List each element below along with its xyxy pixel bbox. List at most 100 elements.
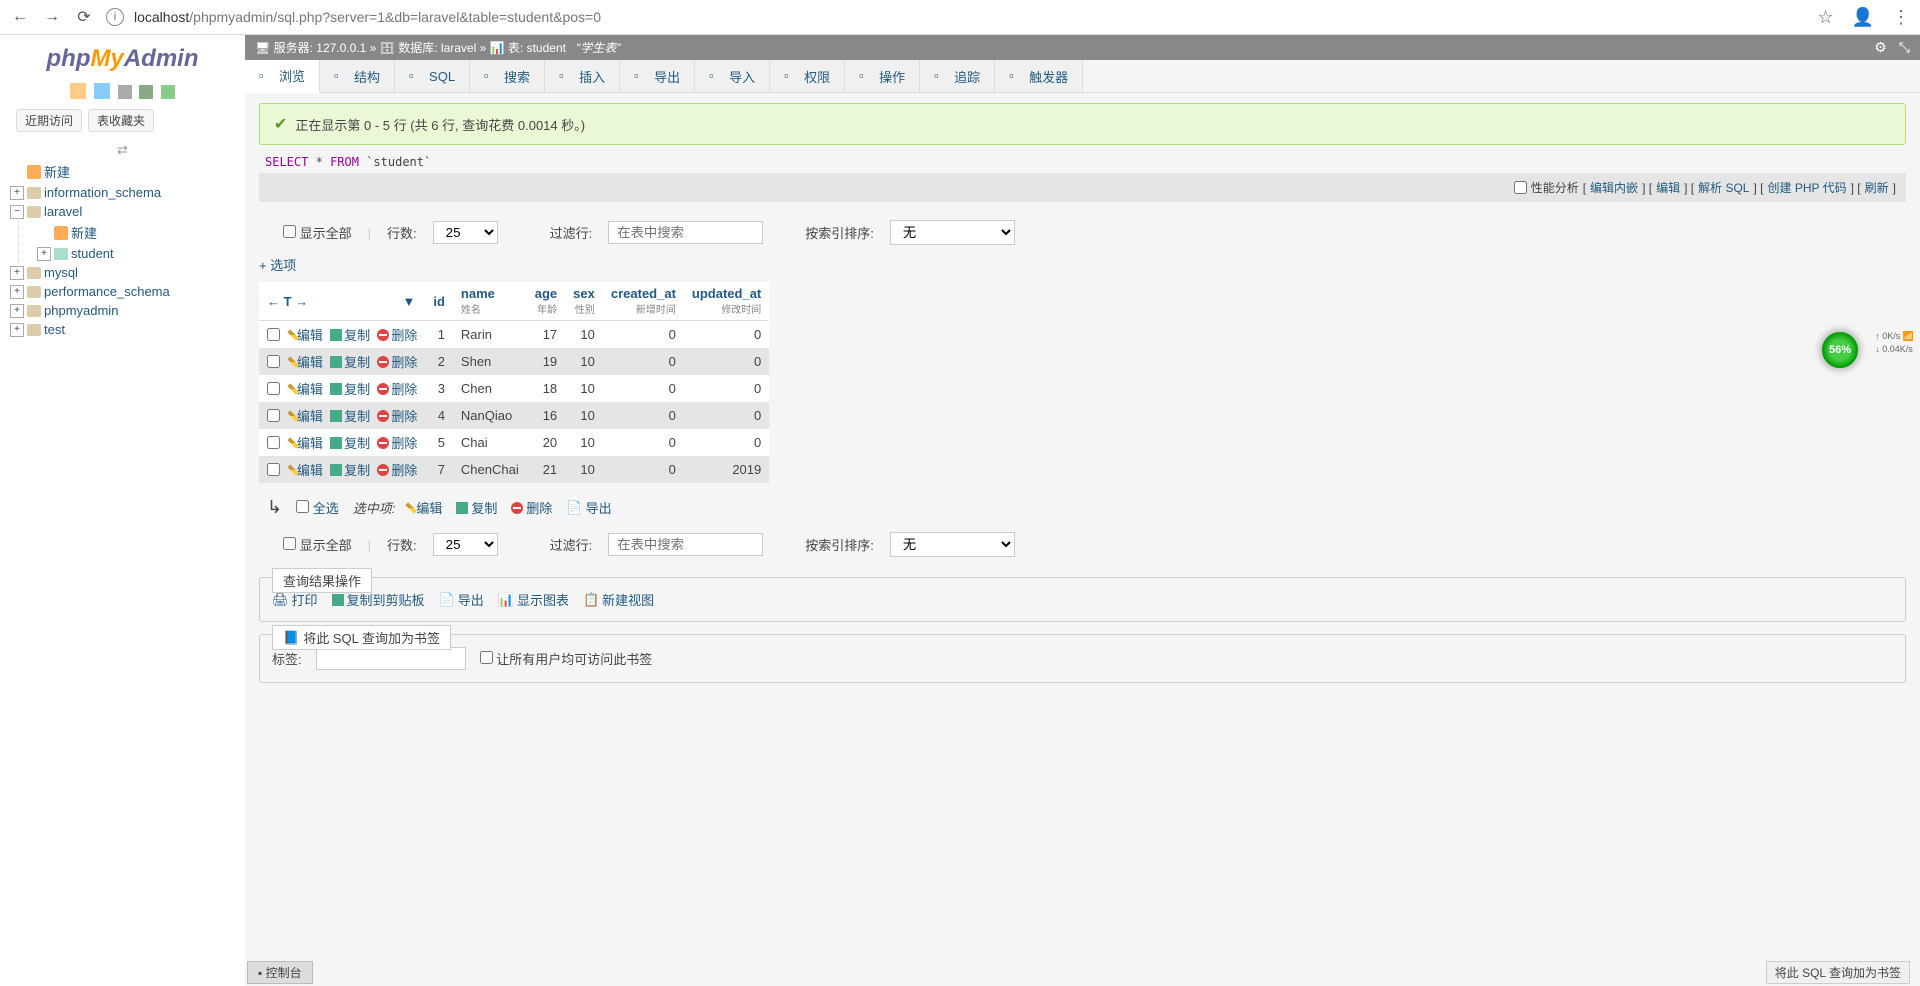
filter-input-2[interactable]: [608, 533, 763, 556]
logout-icon[interactable]: [94, 83, 110, 99]
edit-link[interactable]: 编辑: [1656, 179, 1680, 196]
col-id[interactable]: id: [425, 282, 453, 321]
bc-db[interactable]: laravel: [441, 41, 476, 55]
profiling-checkbox[interactable]: [1514, 181, 1527, 194]
docs-icon[interactable]: [118, 85, 132, 99]
tab-结构[interactable]: ▫结构: [320, 60, 395, 92]
bulk-export[interactable]: 📄导出: [566, 498, 611, 517]
expand-icon[interactable]: +: [10, 266, 24, 280]
select-all-check[interactable]: [296, 500, 309, 513]
row-check[interactable]: [267, 382, 280, 395]
explain-link[interactable]: 解析 SQL: [1698, 179, 1749, 196]
row-copy[interactable]: 复制: [330, 433, 370, 452]
expand-icon[interactable]: +: [10, 304, 24, 318]
tab-插入[interactable]: ▫插入: [545, 60, 620, 92]
col-age[interactable]: age年龄: [527, 282, 565, 321]
show-all-check[interactable]: [283, 225, 296, 238]
tab-导出[interactable]: ▫导出: [620, 60, 695, 92]
row-delete[interactable]: 删除: [377, 406, 417, 425]
row-edit[interactable]: 编辑: [291, 433, 323, 452]
op-chart[interactable]: 📊 显示图表: [498, 590, 569, 609]
row-copy[interactable]: 复制: [330, 325, 370, 344]
row-copy[interactable]: 复制: [330, 379, 370, 398]
phpmyadmin-logo[interactable]: phpMyAdmin: [0, 40, 245, 78]
tab-浏览[interactable]: ▫浏览: [245, 60, 320, 93]
bulk-delete[interactable]: 删除: [511, 498, 552, 517]
row-delete[interactable]: 删除: [377, 325, 417, 344]
filter-input[interactable]: [608, 221, 763, 244]
row-copy[interactable]: 复制: [330, 460, 370, 479]
row-delete[interactable]: 删除: [377, 352, 417, 371]
tab-搜索[interactable]: ▫搜索: [470, 60, 545, 92]
tab-导入[interactable]: ▫导入: [695, 60, 770, 92]
op-create-view[interactable]: 📋 新建视图: [583, 590, 654, 609]
star-icon[interactable]: ☆: [1817, 7, 1833, 28]
row-edit[interactable]: 编辑: [291, 379, 323, 398]
row-edit[interactable]: 编辑: [291, 325, 323, 344]
row-edit[interactable]: 编辑: [291, 460, 323, 479]
tree-db-mysql[interactable]: + mysql: [10, 263, 245, 282]
expand-icon[interactable]: +: [10, 323, 24, 337]
tab-追踪[interactable]: ▫追踪: [920, 60, 995, 92]
create-php-link[interactable]: 创建 PHP 代码: [1767, 179, 1846, 196]
row-copy[interactable]: 复制: [330, 352, 370, 371]
url-bar[interactable]: i localhost/phpmyadmin/sql.php?server=1&…: [106, 8, 1805, 26]
row-check[interactable]: [267, 328, 280, 341]
bulk-copy[interactable]: 复制: [456, 498, 497, 517]
reload-nav-icon[interactable]: [161, 85, 175, 99]
tab-操作[interactable]: ▫操作: [845, 60, 920, 92]
back-button[interactable]: ←: [10, 7, 30, 27]
menu-icon[interactable]: ⋮: [1892, 7, 1910, 28]
row-check[interactable]: [267, 436, 280, 449]
bookmark-share-check[interactable]: [480, 651, 493, 664]
expand-icon[interactable]: +: [10, 186, 24, 200]
tree-item-student[interactable]: + student: [37, 244, 245, 263]
row-delete[interactable]: 删除: [377, 379, 417, 398]
expand-icon[interactable]: +: [10, 285, 24, 299]
refresh-link[interactable]: 刷新: [1865, 179, 1889, 196]
bulk-edit[interactable]: 编辑: [409, 498, 442, 517]
console-button[interactable]: ▪ 控制台: [247, 961, 313, 984]
tab-触发器[interactable]: ▫触发器: [995, 60, 1083, 92]
tree-item-新建[interactable]: 新建: [37, 221, 245, 244]
swap-icon[interactable]: ⇄: [0, 140, 245, 160]
col-sex[interactable]: sex性别: [565, 282, 603, 321]
col-created_at[interactable]: created_at新增时间: [603, 282, 684, 321]
bookmark-tag-input[interactable]: [316, 647, 466, 670]
col-sort[interactable]: ← T →▼: [259, 282, 425, 321]
tree-new[interactable]: 新建: [10, 160, 245, 183]
row-delete[interactable]: 删除: [377, 433, 417, 452]
forward-button[interactable]: →: [42, 7, 62, 27]
favorites-tab[interactable]: 表收藏夹: [88, 109, 154, 132]
op-export[interactable]: 📄 导出: [439, 590, 484, 609]
row-edit[interactable]: 编辑: [291, 406, 323, 425]
row-check[interactable]: [267, 409, 280, 422]
tree-db-test[interactable]: + test: [10, 320, 245, 339]
rows-select-2[interactable]: 25: [433, 533, 498, 556]
show-all-check-2[interactable]: [283, 537, 296, 550]
expand-icon[interactable]: −: [10, 205, 24, 219]
bc-collapse-icon[interactable]: ⤡: [1899, 39, 1910, 56]
rows-select[interactable]: 25: [433, 221, 498, 244]
tree-db-performance_schema[interactable]: + performance_schema: [10, 282, 245, 301]
bookmark-button[interactable]: 将此 SQL 查询加为书签: [1766, 961, 1910, 984]
bc-gear-icon[interactable]: ⚙: [1874, 39, 1887, 56]
row-check[interactable]: [267, 463, 280, 476]
col-updated_at[interactable]: updated_at修改时间: [684, 282, 769, 321]
recent-tab[interactable]: 近期访问: [16, 109, 82, 132]
bc-server[interactable]: 127.0.0.1: [316, 41, 366, 55]
tab-权限[interactable]: ▫权限: [770, 60, 845, 92]
sort-select-2[interactable]: 无: [890, 532, 1015, 557]
col-name[interactable]: name姓名: [453, 282, 527, 321]
row-check[interactable]: [267, 355, 280, 368]
tree-db-phpmyadmin[interactable]: + phpmyadmin: [10, 301, 245, 320]
reload-button[interactable]: ⟳: [74, 7, 94, 27]
tree-db-laravel[interactable]: − laravel: [10, 202, 245, 221]
row-edit[interactable]: 编辑: [291, 352, 323, 371]
tab-SQL[interactable]: ▫SQL: [395, 60, 470, 92]
options-link[interactable]: + 选项: [259, 253, 296, 280]
sort-select[interactable]: 无: [890, 220, 1015, 245]
row-copy[interactable]: 复制: [330, 406, 370, 425]
home-icon[interactable]: [70, 83, 86, 99]
inline-edit-link[interactable]: 编辑内嵌: [1590, 179, 1638, 196]
